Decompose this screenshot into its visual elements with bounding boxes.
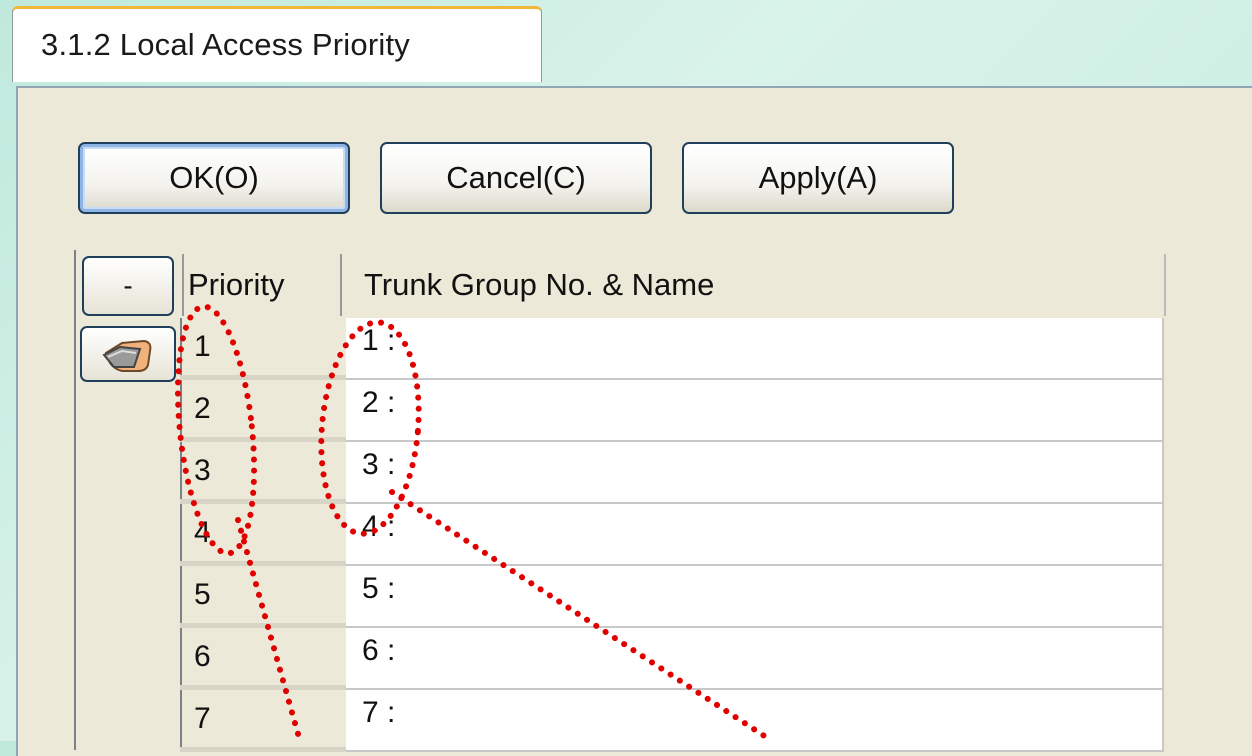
annotation-line-priority	[235, 517, 303, 741]
annotation-ellipse-priority	[174, 303, 258, 557]
annotation-line-trunk	[389, 489, 775, 741]
annotation-overlay	[174, 303, 775, 741]
